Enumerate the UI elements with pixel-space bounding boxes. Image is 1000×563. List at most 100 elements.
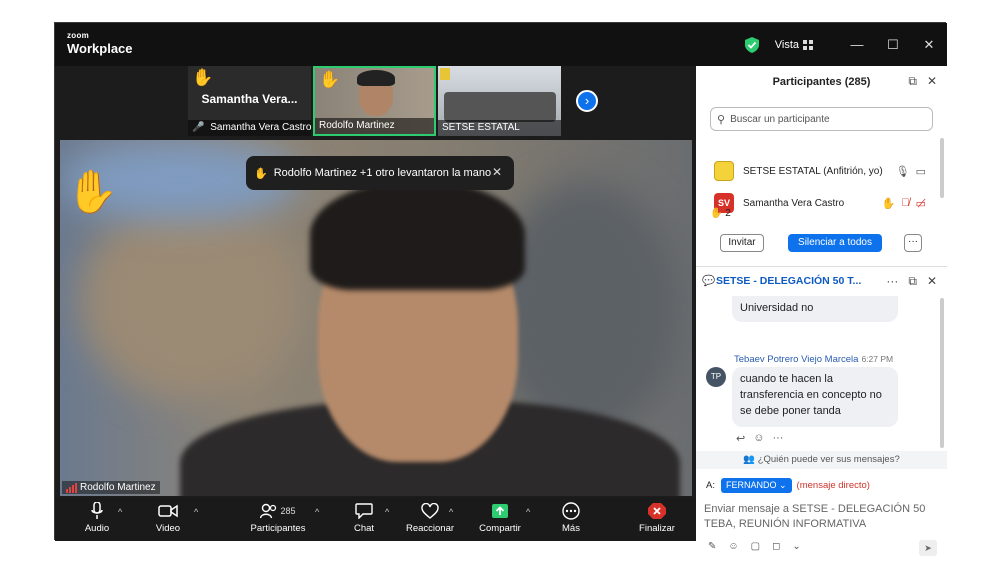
microphone-icon: 🎙	[895, 165, 910, 178]
tile-setse-estatal[interactable]: SETSE ESTATAL	[438, 66, 561, 136]
active-speaker-video: ✋ ✋ Rodolfo Martinez +1 otro levantaron …	[60, 140, 692, 496]
recipient-dropdown[interactable]: FERNANDO ⌄	[720, 478, 792, 493]
tile-rodolfo[interactable]: ✋ Rodolfo Martinez	[313, 66, 436, 136]
view-button[interactable]: Vista	[775, 39, 799, 51]
participants-button[interactable]: 285 Participantes	[248, 501, 308, 534]
participants-more-button[interactable]: ···	[904, 234, 922, 252]
chat-header: 💬 SETSE - DELEGACIÓN 50 T... ··· ⧉ ✕	[696, 267, 947, 295]
more-button[interactable]: Más	[556, 501, 586, 534]
end-meeting-button[interactable]: Finalizar	[637, 501, 677, 534]
send-button[interactable]: ➤	[919, 540, 937, 556]
invite-button[interactable]: Invitar	[720, 234, 764, 252]
tile-hair-image	[357, 70, 395, 86]
participants-actions: Invitar Silenciar a todos ···	[720, 234, 930, 254]
chat-label: Chat	[353, 523, 375, 534]
video-label: Video	[155, 523, 181, 534]
raised-hand-large-icon: ✋	[66, 168, 119, 215]
close-panel-icon[interactable]: ✕	[927, 74, 937, 89]
chat-button[interactable]: Chat	[347, 501, 381, 534]
who-can-see-link[interactable]: 👥 ¿Quién puede ver sus mensajes?	[696, 451, 947, 469]
close-window-button[interactable]: ✕	[911, 23, 947, 66]
mute-all-button[interactable]: Silenciar a todos	[788, 234, 882, 252]
share-label: Compartir	[479, 523, 521, 534]
reply-icon[interactable]: ↩	[736, 432, 745, 445]
participants-caret-icon[interactable]: ^	[315, 507, 319, 517]
participant-search-input[interactable]: ⚲ Buscar un participante	[710, 107, 933, 131]
camera-icon: ▭	[915, 165, 926, 178]
raised-hand-icon: ✋	[881, 197, 896, 210]
message-actions: ↩ ☺ ···	[736, 432, 783, 445]
maximize-button[interactable]: ☐	[875, 23, 911, 66]
format-icon[interactable]: ✎	[708, 541, 716, 552]
camera-icon	[152, 501, 184, 521]
speaker-name-label: Rodolfo Martinez	[62, 481, 160, 494]
share-caret-icon[interactable]: ^	[526, 507, 530, 517]
chat-icon	[347, 501, 381, 521]
side-panel: Participantes (285) ⧉ ✕ ⚲ Buscar un part…	[696, 66, 947, 556]
heart-icon	[405, 501, 455, 521]
mic-muted-icon: 🎤	[192, 122, 205, 133]
tile-big-name: Samantha Vera...	[201, 92, 298, 106]
raised-hands-number: 2	[725, 208, 731, 219]
chat-caret-icon[interactable]: ^	[385, 507, 389, 517]
file-icon[interactable]: ▢	[751, 541, 760, 552]
raised-hand-toast: ✋ Rodolfo Martinez +1 otro levantaron la…	[246, 156, 514, 190]
chat-message: cuando te hacen la transferencia en conc…	[732, 367, 898, 427]
chat-close-icon[interactable]: ✕	[927, 274, 937, 289]
participant-name: SETSE ESTATAL (Anfitrión, yo)	[743, 165, 883, 177]
security-shield-icon[interactable]	[744, 36, 759, 53]
toast-text: Rodolfo Martinez +1 otro levantaron la m…	[273, 167, 492, 179]
emoji-icon[interactable]: ☺	[728, 541, 738, 552]
audio-button[interactable]: Audio	[82, 501, 112, 534]
who-can-see-text: ¿Quién puede ver sus mensajes?	[757, 454, 900, 465]
participant-name: Samantha Vera Castro	[743, 197, 845, 209]
screenshot-icon[interactable]: ◻	[772, 541, 780, 552]
participant-status: 🎙 ▭	[896, 165, 926, 178]
participant-strip: ✋ Samantha Vera... 🎤 Samantha Vera Castr…	[188, 66, 561, 138]
participant-row[interactable]: SV Samantha Vera Castro ✋ 🎙̸ ▭̸	[714, 192, 930, 214]
tile-samantha[interactable]: ✋ Samantha Vera... 🎤 Samantha Vera Castr…	[188, 66, 311, 136]
meeting-area: ✋ Samantha Vera... 🎤 Samantha Vera Castr…	[55, 66, 696, 541]
react-button[interactable]: Reaccionar	[405, 501, 455, 534]
chat-more-icon[interactable]: ···	[886, 274, 898, 289]
next-page-arrow-icon[interactable]: ›	[576, 90, 598, 112]
participant-status: ✋ 🎙̸ ▭̸	[882, 197, 926, 210]
end-label: Finalizar	[639, 523, 675, 534]
react-caret-icon[interactable]: ^	[449, 507, 453, 517]
setse-avatar	[714, 161, 734, 181]
participant-row[interactable]: SETSE ESTATAL (Anfitrión, yo) 🎙 ▭	[714, 160, 930, 182]
emoji-react-icon[interactable]: ☺	[753, 432, 764, 445]
direct-message-note: (mensaje directo)	[796, 480, 870, 491]
chat-header-controls: ··· ⧉ ✕	[886, 274, 937, 289]
tile-name: SETSE ESTATAL	[438, 120, 561, 136]
video-caret-icon[interactable]: ^	[194, 507, 198, 517]
chat-message-input[interactable]: Enviar mensaje a SETSE - DELEGACIÓN 50 T…	[704, 502, 939, 532]
end-meeting-icon	[637, 501, 677, 521]
participants-icon: 285	[248, 501, 308, 521]
grid-view-icon[interactable]	[803, 39, 813, 50]
to-label: A:	[706, 480, 715, 491]
tile-room-image	[444, 92, 556, 122]
video-button[interactable]: Video	[152, 501, 184, 534]
message-more-icon[interactable]: ···	[772, 432, 783, 445]
meeting-toolbar: Audio ^ Video ^ 285 Participantes ^ Chat…	[55, 497, 696, 541]
microphone-icon	[82, 501, 112, 521]
toast-close-icon[interactable]: ✕	[492, 165, 502, 179]
participants-scrollbar[interactable]	[940, 138, 944, 198]
search-placeholder: Buscar un participante	[730, 113, 830, 125]
more-dots-icon	[556, 501, 586, 521]
chat-popout-icon[interactable]: ⧉	[908, 274, 917, 289]
share-button[interactable]: Compartir	[476, 501, 524, 534]
camera-off-icon: ▭̸	[915, 197, 926, 210]
share-icon	[476, 501, 524, 521]
participants-count: 285	[280, 506, 296, 516]
react-label: Reaccionar	[405, 523, 455, 534]
more-chevron-icon[interactable]: ⌄	[792, 541, 800, 552]
popout-icon[interactable]: ⧉	[908, 74, 917, 89]
send-icon: ➤	[924, 543, 932, 553]
more-label: Más	[562, 523, 580, 534]
minimize-button[interactable]: —	[839, 23, 875, 66]
chat-scrollbar[interactable]	[940, 298, 944, 448]
audio-caret-icon[interactable]: ^	[118, 507, 122, 517]
bg-blur	[80, 200, 300, 400]
